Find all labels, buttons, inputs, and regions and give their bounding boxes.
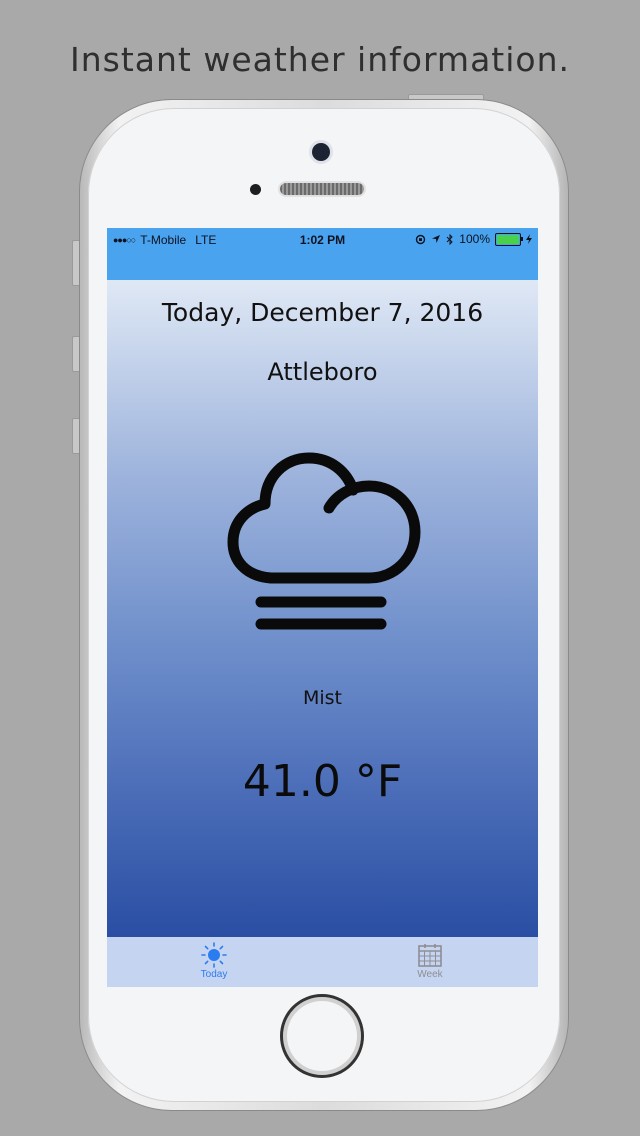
tab-today-label: Today	[200, 969, 228, 980]
cloud-fog-icon	[227, 452, 421, 630]
city-label: Attleboro	[267, 358, 378, 386]
battery-icon	[495, 232, 523, 246]
tab-week[interactable]: Week	[385, 937, 475, 987]
charging-bolt-icon	[526, 234, 532, 244]
sun-icon	[201, 942, 227, 968]
status-bar: ●●●○○ T-Mobile LTE 1:02 PM 100%	[107, 228, 538, 280]
tab-week-label: Week	[417, 969, 443, 980]
battery-percent: 100%	[459, 232, 490, 246]
weather-view: Today, December 7, 2016 Attleboro Mist 4…	[107, 280, 538, 937]
battery-fill	[497, 234, 519, 244]
bluetooth-icon	[446, 233, 454, 245]
tab-today[interactable]: Today	[169, 937, 259, 987]
calendar-icon	[418, 944, 442, 967]
earpiece-speaker	[280, 183, 364, 195]
app-screen: ●●●○○ T-Mobile LTE 1:02 PM 100% Today, D…	[107, 228, 538, 987]
condition-label: Mist	[302, 687, 343, 709]
status-right: 100%	[415, 232, 532, 246]
tab-bar: Today Week	[107, 937, 538, 987]
proximity-sensor	[250, 184, 261, 195]
date-label: Today, December 7, 2016	[161, 298, 484, 327]
location-arrow-icon	[432, 235, 441, 243]
temperature-label: 41.0 °F	[242, 756, 403, 807]
home-button[interactable]	[280, 994, 364, 1078]
promo-caption: Instant weather information.	[69, 40, 571, 79]
front-camera	[312, 143, 330, 161]
page: Instant weather information. ●●●○○ T-Mob…	[0, 0, 640, 1136]
rotation-lock-icon	[416, 234, 426, 244]
